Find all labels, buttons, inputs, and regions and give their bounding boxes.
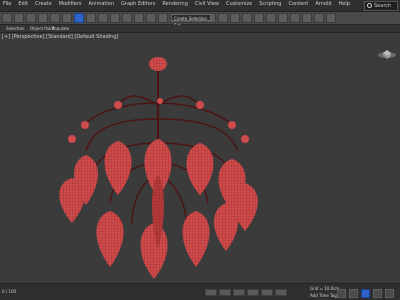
time-tag-readout[interactable]: Add Time Tag (310, 293, 337, 298)
selection-set-dropdown[interactable]: Create Selection Set (171, 14, 211, 28)
scale-icon[interactable] (146, 13, 156, 23)
y-coordinate-icon[interactable] (261, 289, 273, 296)
ribbon-tab-object-paint[interactable]: Object Paint (30, 26, 54, 31)
time-slider-readout: 0 / 100 (2, 289, 17, 294)
unlink-icon[interactable] (38, 13, 48, 23)
viewcube-icon[interactable] (377, 44, 397, 59)
previous-frame-icon[interactable] (349, 289, 358, 298)
toggle-scene-explorer-icon[interactable] (242, 13, 252, 23)
placement-icon[interactable] (158, 13, 168, 23)
material-editor-icon[interactable] (290, 13, 300, 23)
menu-item-help[interactable]: Help (339, 1, 350, 7)
go-to-end-icon[interactable] (385, 289, 394, 298)
select-object-icon[interactable] (74, 13, 84, 23)
window-crossing-icon[interactable] (110, 13, 120, 23)
status-controls (205, 289, 287, 296)
z-coordinate-icon[interactable] (275, 289, 287, 296)
menu-item-customize[interactable]: Customize (226, 1, 252, 7)
3dsmax-window: File Edit Create Modifiers Animation Gra… (0, 0, 400, 300)
curve-editor-icon[interactable] (266, 13, 276, 23)
absolute-mode-icon[interactable] (233, 289, 245, 296)
search-box[interactable]: Search (364, 1, 398, 11)
undo-icon[interactable] (2, 13, 12, 23)
mirror-icon[interactable] (218, 13, 228, 23)
link-icon[interactable] (26, 13, 36, 23)
ribbon-strip: Selection Object Paint Populate (0, 25, 400, 33)
menu-item-rendering[interactable]: Rendering (162, 1, 188, 7)
search-icon (367, 3, 372, 8)
search-text: Search (374, 3, 392, 9)
menu-item-scripting[interactable]: Scripting (259, 1, 281, 7)
menu-item-civil-view[interactable]: Civil View (195, 1, 219, 7)
bind-icon[interactable] (50, 13, 60, 23)
ribbon-tab-selection[interactable]: Selection (6, 26, 24, 31)
playback-controls (337, 289, 394, 298)
align-icon[interactable] (230, 13, 240, 23)
rectangular-selection-icon[interactable] (98, 13, 108, 23)
schematic-view-icon[interactable] (278, 13, 288, 23)
layer-explorer-icon[interactable] (254, 13, 264, 23)
x-coordinate-icon[interactable] (247, 289, 259, 296)
selection-lock-icon[interactable] (219, 289, 231, 296)
menu-item-graph-editors[interactable]: Graph Editors (121, 1, 155, 7)
next-frame-icon[interactable] (373, 289, 382, 298)
menu-item-create[interactable]: Create (35, 1, 52, 7)
selection-filter-icon[interactable] (62, 13, 72, 23)
menu-bar: File Edit Create Modifiers Animation Gra… (0, 0, 400, 12)
viewport-label[interactable]: [+] [Perspective] [Standard] [Default Sh… (2, 34, 118, 40)
rotate-icon[interactable] (134, 13, 144, 23)
render-icon[interactable] (326, 13, 336, 23)
menu-item-content[interactable]: Content (288, 1, 308, 7)
move-icon[interactable] (122, 13, 132, 23)
select-by-name-icon[interactable] (86, 13, 96, 23)
chandelier-model[interactable] (0, 33, 400, 283)
menu-item-modifiers[interactable]: Modifiers (59, 1, 82, 7)
redo-icon[interactable] (14, 13, 24, 23)
status-bar: 0 / 100 Grid = 10.0cm Add Time Tag (0, 283, 400, 300)
ribbon-tab-populate[interactable]: Populate (52, 26, 69, 31)
play-icon[interactable] (361, 289, 370, 298)
menu-item-animation[interactable]: Animation (89, 1, 115, 7)
menu-item-file[interactable]: File (3, 1, 11, 7)
go-to-start-icon[interactable] (337, 289, 346, 298)
perspective-viewport[interactable]: [+] [Perspective] [Standard] [Default Sh… (0, 33, 400, 283)
menu-item-edit[interactable]: Edit (18, 1, 28, 7)
render-frame-window-icon[interactable] (314, 13, 324, 23)
isolate-selection-icon[interactable] (205, 289, 217, 296)
render-setup-icon[interactable] (302, 13, 312, 23)
menu-item-arnold[interactable]: Arnold (315, 1, 331, 7)
grid-readout: Grid = 10.0cm (310, 286, 340, 291)
main-toolbar: Create Selection Set (0, 12, 400, 28)
menu-items: File Edit Create Modifiers Animation Gra… (3, 1, 350, 7)
tools-right (218, 13, 336, 23)
